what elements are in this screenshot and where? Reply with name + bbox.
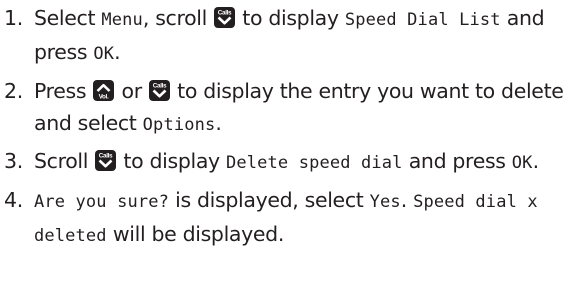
step-text: Select Menu, scroll Calls to display Spe… — [34, 2, 578, 70]
key-label: Calls — [99, 153, 113, 160]
key-label: Vol. — [99, 93, 109, 100]
step-number: 3. — [4, 149, 23, 173]
instruction-text: . — [400, 187, 414, 212]
instruction-text: or — [115, 78, 148, 103]
instruction-text: . — [532, 149, 540, 173]
calls-down-key-icon: Calls — [95, 150, 117, 171]
display-text-ok: OK — [511, 153, 533, 173]
instruction-text: and press — [402, 149, 512, 173]
display-text-are-you-sure: Are you sure? — [34, 191, 170, 212]
chevron-up-icon — [96, 83, 111, 92]
step-text: Press Vol. or Calls to display the entry… — [34, 75, 578, 141]
key-label: Calls — [218, 10, 232, 17]
vol-up-key-icon: Vol. — [93, 79, 115, 101]
instruction-text: Scroll — [34, 149, 95, 173]
instruction-text: Select — [34, 6, 102, 30]
calls-down-key-icon: Calls — [148, 79, 170, 101]
display-text-ok: OK — [93, 44, 115, 64]
display-text-speed-dial-list: Speed Dial List — [344, 10, 501, 30]
chevron-down-icon — [217, 16, 232, 25]
instruction-text: to display — [236, 6, 345, 30]
step-number: 4. — [4, 187, 23, 212]
step-number: 2. — [4, 78, 23, 103]
chevron-down-icon — [152, 89, 167, 98]
display-text-yes: Yes — [369, 191, 401, 212]
step-3: 3. Scroll Calls to display Delete speed … — [4, 145, 578, 179]
step-1: 1. Select Menu, scroll Calls to display … — [4, 2, 578, 70]
display-text-options: Options — [142, 114, 216, 135]
instruction-text: . — [114, 40, 121, 64]
instruction-text: to display — [117, 149, 226, 173]
display-text-delete-speed-dial: Delete speed dial — [226, 153, 403, 173]
step-2: 2. Press Vol. or Calls to display the en… — [4, 75, 578, 141]
step-text: Scroll Calls to display Delete speed dia… — [34, 145, 578, 179]
key-label: Calls — [153, 82, 167, 89]
instruction-text: . — [215, 110, 222, 135]
instruction-text: will be displayed. — [106, 221, 285, 246]
step-text: Are you sure? is displayed, select Yes. … — [34, 184, 578, 252]
calls-down-key-icon: Calls — [214, 7, 236, 28]
instruction-list: 1. Select Menu, scroll Calls to display … — [4, 2, 578, 256]
step-number: 1. — [4, 6, 23, 30]
display-text-menu: Menu — [101, 10, 143, 30]
instruction-text: , scroll — [142, 6, 214, 30]
step-4: 4. Are you sure? is displayed, select Ye… — [4, 184, 578, 252]
instruction-text: Press — [34, 78, 93, 103]
instruction-text: is displayed, select — [169, 187, 370, 212]
chevron-down-icon — [98, 159, 113, 168]
